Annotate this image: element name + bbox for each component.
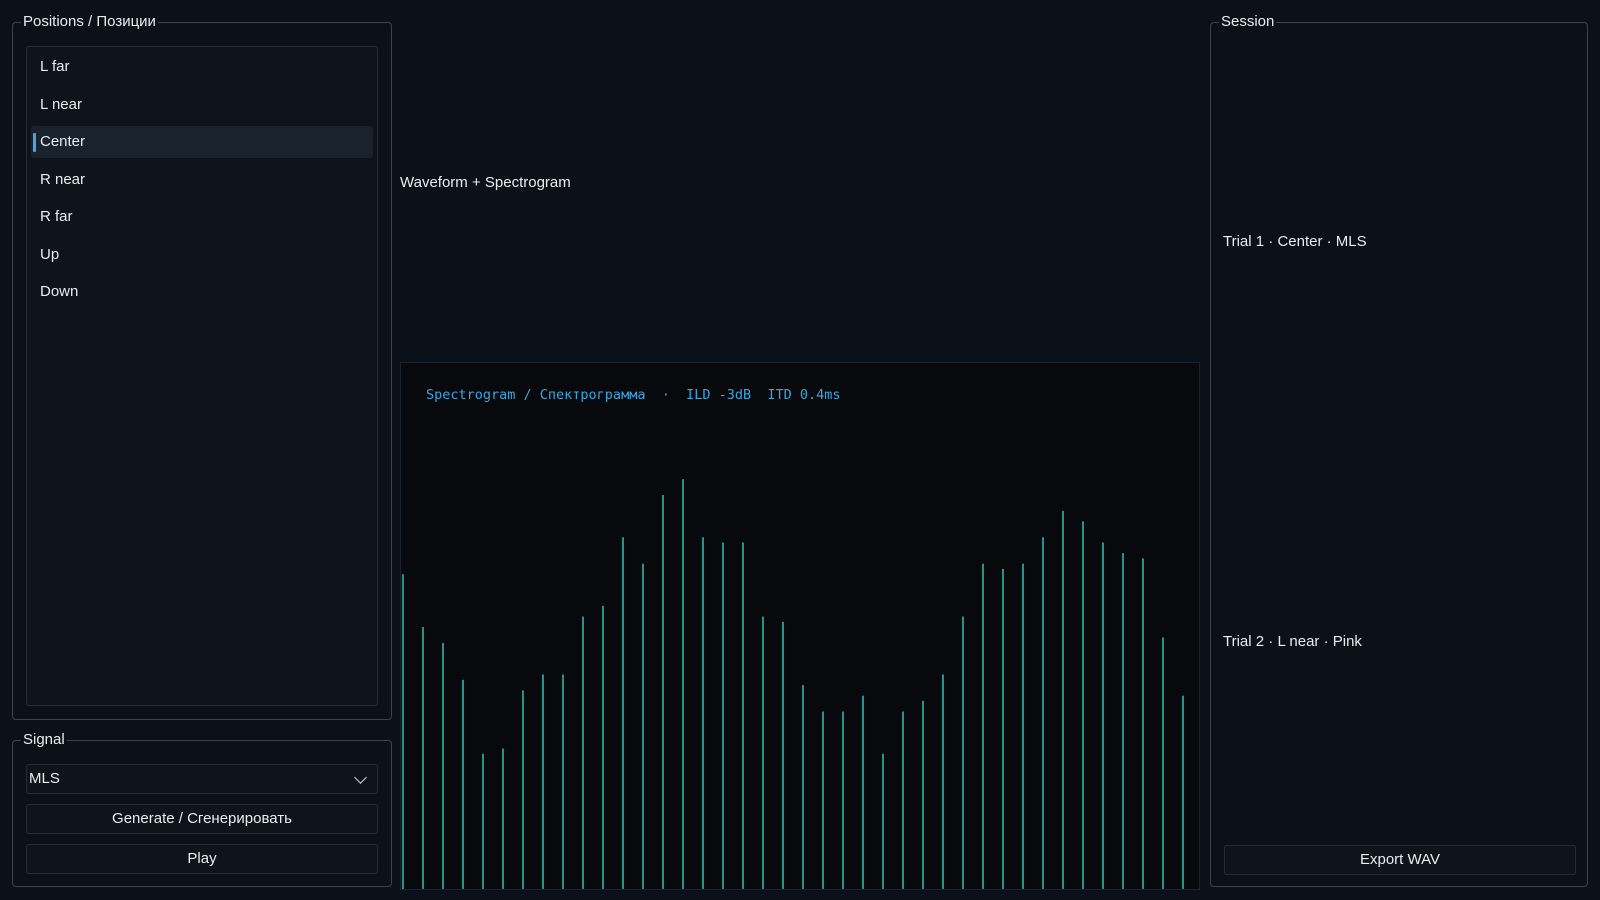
trial-item-1[interactable]: Trial 1 · Center · MLS [1223, 233, 1367, 250]
signal-title: Signal [21, 731, 67, 749]
position-item-r-far[interactable]: R far [31, 201, 373, 233]
spectrogram-panel: Spectrogram / Спектрограмма · ILD -3dB I… [400, 362, 1200, 890]
positions-title: Positions / Позиции [21, 13, 158, 31]
signal-group: Signal MLS Generate / Сгенерировать Play [12, 731, 392, 887]
position-item-l-far[interactable]: L far [31, 51, 373, 83]
waveform-label: Waveform + Spectrogram [400, 174, 571, 191]
generate-button[interactable]: Generate / Сгенерировать [26, 804, 378, 834]
app-window: Positions / Позиции L far L near Center R n… [0, 0, 1600, 900]
chevron-down-icon [354, 771, 367, 784]
spectrogram-bars [402, 479, 1184, 889]
trial-item-2[interactable]: Trial 2 · L near · Pink [1223, 633, 1362, 650]
session-title: Session [1219, 13, 1277, 31]
signal-select-value: MLS [29, 770, 60, 787]
signal-select[interactable]: MLS [26, 764, 378, 794]
position-item-r-near[interactable]: R near [31, 164, 373, 196]
play-button[interactable]: Play [26, 844, 378, 874]
position-item-l-near[interactable]: L near [31, 89, 373, 121]
position-item-center[interactable]: Center [31, 126, 373, 158]
session-group: Session Trial 1 · Center · MLS Trial 2 ·… [1210, 13, 1588, 887]
position-item-down[interactable]: Down [31, 276, 373, 308]
spectrogram-title: Spectrogram / Спектрограмма · ILD -3dB I… [426, 387, 841, 403]
position-item-up[interactable]: Up [31, 239, 373, 271]
positions-group: Positions / Позиции L far L near Center R n… [12, 13, 392, 720]
export-wav-button[interactable]: Export WAV [1224, 845, 1576, 875]
positions-list[interactable]: L far L near Center R near R far Up Down [26, 46, 378, 706]
